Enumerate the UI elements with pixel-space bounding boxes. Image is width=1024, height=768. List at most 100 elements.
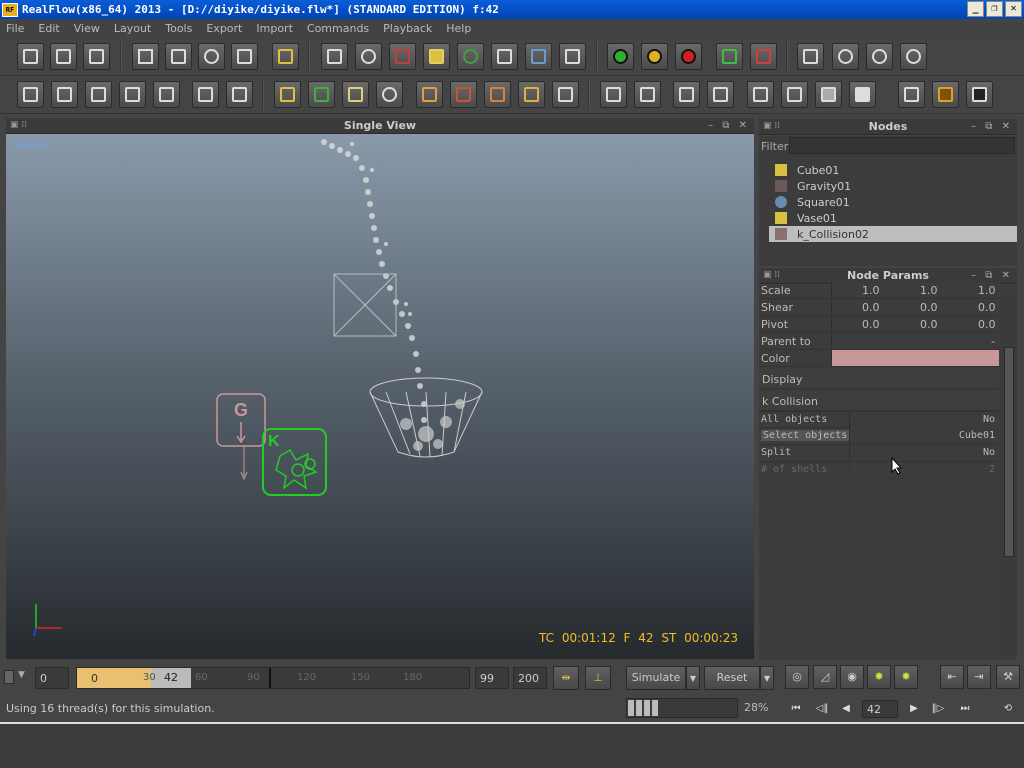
current-frame-field[interactable]: 42	[151, 668, 191, 688]
batch-script-button[interactable]	[797, 43, 824, 70]
cube-view-button-3[interactable]	[673, 81, 700, 108]
split-field[interactable]: No	[849, 445, 999, 461]
texture-button-4[interactable]	[518, 81, 545, 108]
menu-edit[interactable]: Edit	[38, 22, 59, 35]
shading-button-1[interactable]	[747, 81, 774, 108]
preview-button[interactable]	[966, 81, 993, 108]
scale-tool-button[interactable]	[231, 43, 258, 70]
rotate-tool-button[interactable]	[198, 43, 225, 70]
panel-grip-icon[interactable]: ▣ ⁞⁞	[763, 268, 780, 283]
move-tool-button[interactable]	[165, 43, 192, 70]
cube-view-button-2[interactable]	[634, 81, 661, 108]
layout-button-5[interactable]	[153, 81, 180, 108]
panel-window-controls[interactable]: – ⧉ ✕	[971, 119, 1013, 134]
play-backward-button[interactable]: ◀	[836, 701, 856, 717]
add-rigid-button[interactable]	[559, 43, 586, 70]
shading-button-4[interactable]	[849, 81, 876, 108]
layout-button-3[interactable]	[85, 81, 112, 108]
shear-z-value[interactable]: 0.0	[978, 301, 996, 314]
yellow-light-button[interactable]	[641, 43, 668, 70]
add-object-button[interactable]	[423, 43, 450, 70]
menu-import[interactable]: Import	[256, 22, 293, 35]
node-item-cube01[interactable]: Cube01	[769, 162, 1017, 178]
key-button[interactable]: ⊥	[585, 666, 611, 690]
wrench-button[interactable]: ⚒	[996, 665, 1020, 689]
chain-button[interactable]	[308, 81, 335, 108]
playhead[interactable]	[269, 668, 271, 688]
parent-to-field[interactable]: -	[831, 333, 999, 349]
play-forward-button[interactable]: ▶	[904, 701, 924, 717]
cube-view-button-1[interactable]	[600, 81, 627, 108]
add-emitter-button[interactable]	[321, 43, 348, 70]
reset-options-button[interactable]: ▼	[760, 666, 774, 690]
panel-window-controls[interactable]: – ⧉ ✕	[708, 118, 750, 133]
split-value[interactable]: No	[983, 447, 995, 458]
ruler-button[interactable]	[342, 81, 369, 108]
node-item-gravity01[interactable]: Gravity01	[769, 178, 1017, 194]
texture-button-3[interactable]	[484, 81, 511, 108]
select-tool-button[interactable]	[132, 43, 159, 70]
loop-button[interactable]: ⟲	[998, 701, 1018, 717]
layout-button-1[interactable]	[17, 81, 44, 108]
red-light-button[interactable]	[675, 43, 702, 70]
start-frame-field[interactable]: 0	[35, 667, 69, 689]
axis-tool-button[interactable]	[272, 43, 299, 70]
shading-button-3[interactable]	[815, 81, 842, 108]
add-daemon-button[interactable]	[389, 43, 416, 70]
timer-script-button[interactable]	[866, 43, 893, 70]
timeline-track[interactable]: 0 42 30 60 90 120 150 180	[76, 667, 470, 689]
end-frame-field[interactable]: 99	[475, 667, 509, 689]
cube-view-button-4[interactable]	[707, 81, 734, 108]
reset-button[interactable]: Reset	[704, 666, 760, 690]
scale-z-value[interactable]: 1.0	[978, 284, 996, 297]
global-script-button[interactable]	[900, 43, 927, 70]
camera-tool-button[interactable]: ◎	[785, 665, 809, 689]
panel-grip-icon[interactable]: ▣ ⁞⁞	[10, 118, 27, 133]
step-forward-key-button[interactable]: ⇥	[967, 665, 991, 689]
burst-tool-button-2[interactable]: ✸	[894, 665, 918, 689]
max-frame-field[interactable]: 200	[513, 667, 547, 689]
range-fit-button[interactable]: ⇹	[553, 666, 579, 690]
square-emitter[interactable]	[333, 273, 397, 337]
add-particles-button[interactable]	[355, 43, 382, 70]
geometry-button[interactable]	[274, 81, 301, 108]
step-back-key-button[interactable]: ⇤	[940, 665, 964, 689]
section-k-collision[interactable]: k Collision	[759, 391, 999, 411]
filter-input[interactable]	[789, 137, 1015, 154]
simulate-options-button[interactable]: ▼	[686, 666, 700, 690]
select-objects-value[interactable]: Cube01	[959, 430, 995, 441]
select-objects-field[interactable]: Cube01	[849, 428, 999, 444]
node-item-k-collision02[interactable]: k_Collision02	[769, 226, 1017, 242]
collision-daemon[interactable]: K	[262, 428, 327, 496]
go-to-start-button[interactable]: ⏮	[786, 701, 806, 717]
maximize-button[interactable]: ❐	[986, 1, 1003, 17]
graph-tool-button[interactable]: ◿	[813, 665, 837, 689]
close-button[interactable]: ✕	[1005, 1, 1022, 17]
menu-layout[interactable]: Layout	[114, 22, 151, 35]
step-back-button[interactable]: ◁‖	[812, 701, 832, 717]
chevron-down-icon[interactable]: ▼	[18, 670, 25, 680]
section-display[interactable]: Display	[759, 369, 999, 389]
pivot-x-value[interactable]: 0.0	[862, 318, 880, 331]
dots-button[interactable]	[376, 81, 403, 108]
gravity-daemon[interactable]: G	[216, 393, 266, 481]
menu-view[interactable]: View	[74, 22, 100, 35]
layout-button-4[interactable]	[119, 81, 146, 108]
burst-tool-button[interactable]: ✸	[867, 665, 891, 689]
timeline-menu-icon[interactable]	[4, 670, 14, 684]
save-cache-button[interactable]	[716, 43, 743, 70]
texture-button-2[interactable]	[450, 81, 477, 108]
menu-playback[interactable]: Playback	[383, 22, 432, 35]
layout-button-2[interactable]	[51, 81, 78, 108]
add-mesh-button[interactable]	[457, 43, 484, 70]
open-scene-button[interactable]	[50, 43, 77, 70]
panel-grip-icon[interactable]: ▣ ⁞⁞	[763, 119, 780, 134]
fire-button[interactable]	[932, 81, 959, 108]
visibility-button[interactable]: ◉	[840, 665, 864, 689]
scrollbar-thumb[interactable]	[1004, 347, 1014, 557]
go-to-end-button[interactable]: ⏭	[955, 701, 975, 717]
hourglass-button[interactable]	[552, 81, 579, 108]
shading-button-2[interactable]	[781, 81, 808, 108]
parent-to-value[interactable]: -	[991, 335, 995, 348]
param-value-box[interactable]: 0.0 0.0 0.0	[831, 299, 999, 315]
